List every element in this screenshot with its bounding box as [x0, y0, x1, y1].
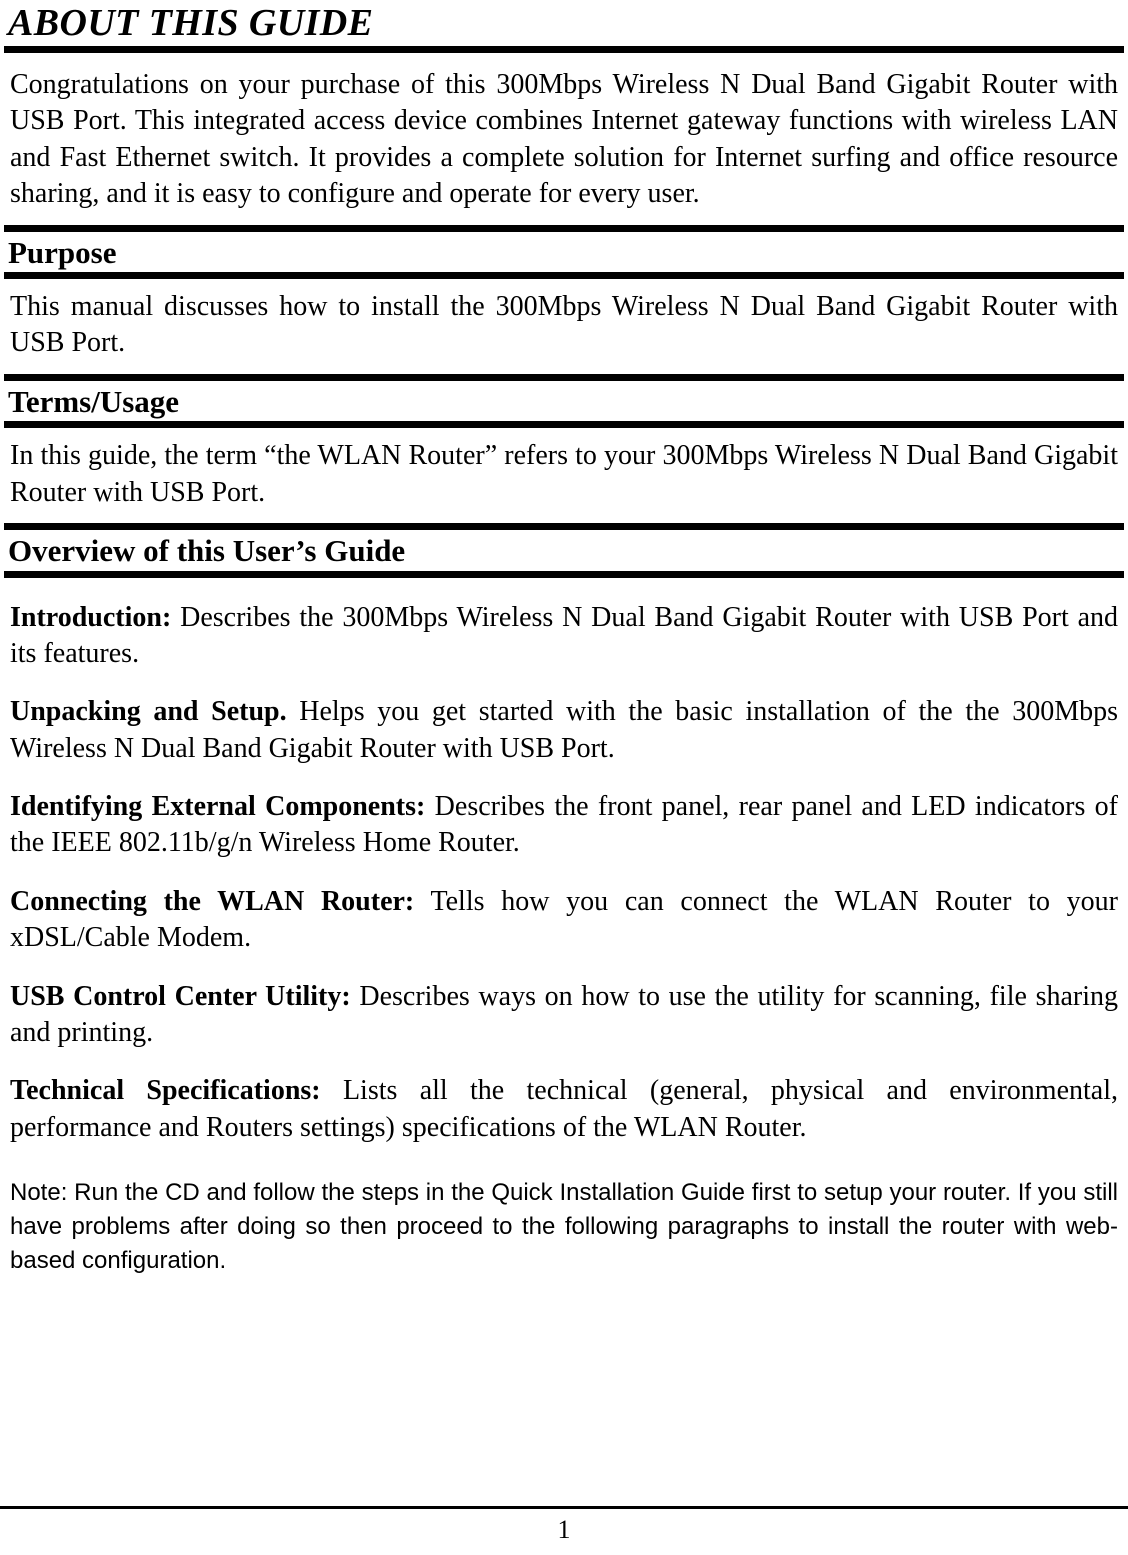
- overview-term: Introduction:: [10, 601, 172, 633]
- overview-item-usb-control-center-utility: USB Control Center Utility: Describes wa…: [10, 979, 1118, 1052]
- heading-rule-bottom: [4, 570, 1124, 578]
- heading-rule-top: [4, 523, 1124, 531]
- overview-list: Introduction: Describes the 300Mbps Wire…: [4, 600, 1124, 1147]
- heading-rule-top: [4, 224, 1124, 232]
- section-title-purpose: Purpose: [8, 234, 117, 270]
- section-title-terms-usage: Terms/Usage: [8, 383, 180, 419]
- page-title: ABOUT THIS GUIDE: [8, 2, 374, 44]
- page-footer: 1: [0, 1506, 1128, 1555]
- overview-item-introduction: Introduction: Describes the 300Mbps Wire…: [10, 600, 1118, 673]
- page-number: 1: [557, 1515, 571, 1544]
- page-content: ABOUT THIS GUIDE Congratulations on your…: [0, 2, 1128, 1278]
- section-body-purpose: This manual discusses how to install the…: [10, 291, 1118, 359]
- overview-term: Connecting the WLAN Router:: [10, 885, 415, 917]
- overview-item-connecting-the-wlan-router: Connecting the WLAN Router: Tells how yo…: [10, 884, 1118, 957]
- overview-term: Technical Specifications:: [10, 1075, 321, 1107]
- note-paragraph: Note: Run the CD and follow the steps in…: [10, 1179, 1118, 1275]
- section-heading-overview: Overview of this User’s Guide: [4, 523, 1124, 578]
- heading-rule-bottom: [4, 272, 1124, 280]
- overview-term: Unpacking and Setup.: [10, 696, 287, 728]
- overview-term: Identifying External Components:: [10, 791, 426, 823]
- section-body-terms-usage: In this guide, the term “the WLAN Router…: [10, 440, 1118, 508]
- section-title-overview: Overview of this User’s Guide: [8, 533, 406, 569]
- title-rule: [4, 46, 1124, 53]
- overview-description: Describes the 300Mbps Wireless N Dual Ba…: [10, 601, 1118, 669]
- document-page: ABOUT THIS GUIDE Congratulations on your…: [0, 2, 1128, 1555]
- heading-rule-top: [4, 373, 1124, 381]
- overview-item-identifying-external-components: Identifying External Components: Describ…: [10, 789, 1118, 862]
- intro-paragraph: Congratulations on your purchase of this…: [10, 69, 1118, 210]
- section-heading-terms-usage: Terms/Usage: [4, 373, 1124, 429]
- overview-term: USB Control Center Utility:: [10, 980, 351, 1012]
- overview-item-unpacking-and-setup: Unpacking and Setup. Helps you get start…: [10, 694, 1118, 767]
- section-heading-purpose: Purpose: [4, 224, 1124, 280]
- heading-rule-bottom: [4, 421, 1124, 429]
- overview-item-technical-specifications: Technical Specifications: Lists all the …: [10, 1073, 1118, 1146]
